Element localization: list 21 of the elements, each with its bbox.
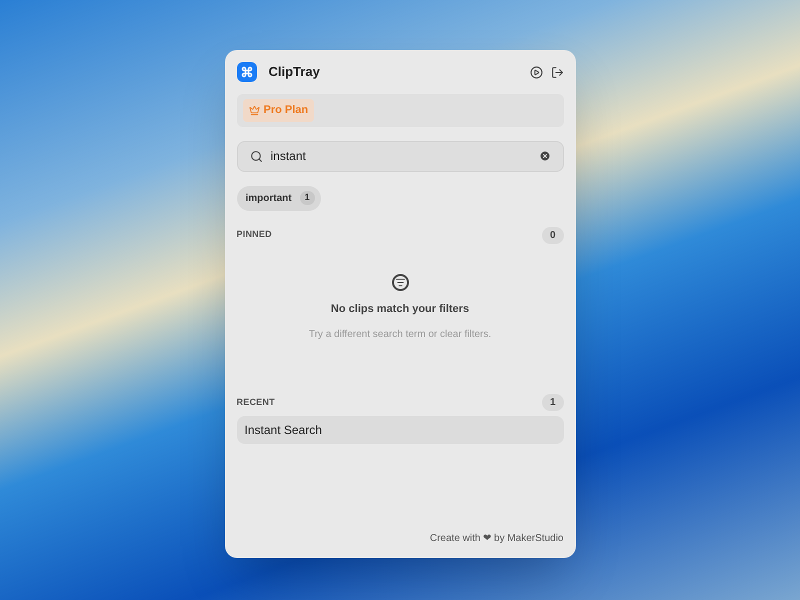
count-badge: 0 bbox=[542, 226, 564, 244]
app-logo-icon bbox=[236, 62, 256, 82]
filter-icon bbox=[392, 274, 408, 290]
empty-hint: Try a different search term or clear filters. bbox=[308, 328, 492, 342]
app-title: ClipTray bbox=[268, 63, 320, 82]
chip-count: 1 bbox=[300, 191, 315, 205]
search-bar[interactable]: instant bbox=[236, 140, 564, 172]
search-icon bbox=[250, 150, 262, 162]
search-input[interactable]: instant bbox=[270, 147, 530, 165]
plan-label: Pro Plan bbox=[264, 103, 308, 118]
filter-chip[interactable]: important 1 bbox=[236, 186, 321, 210]
section-heading: PINNED bbox=[236, 228, 272, 242]
count-badge: 1 bbox=[542, 394, 564, 411]
empty-title: No clips match your filters bbox=[330, 302, 470, 316]
clip-item[interactable]: Instant Search bbox=[236, 416, 564, 444]
logout-icon[interactable] bbox=[550, 66, 564, 78]
crown-icon bbox=[248, 104, 260, 116]
section-heading: RECENT bbox=[236, 396, 275, 409]
clear-icon[interactable] bbox=[538, 150, 550, 162]
footer-credit: Create with ❤ by MakerStudio bbox=[430, 532, 564, 546]
play-icon[interactable] bbox=[530, 66, 542, 78]
